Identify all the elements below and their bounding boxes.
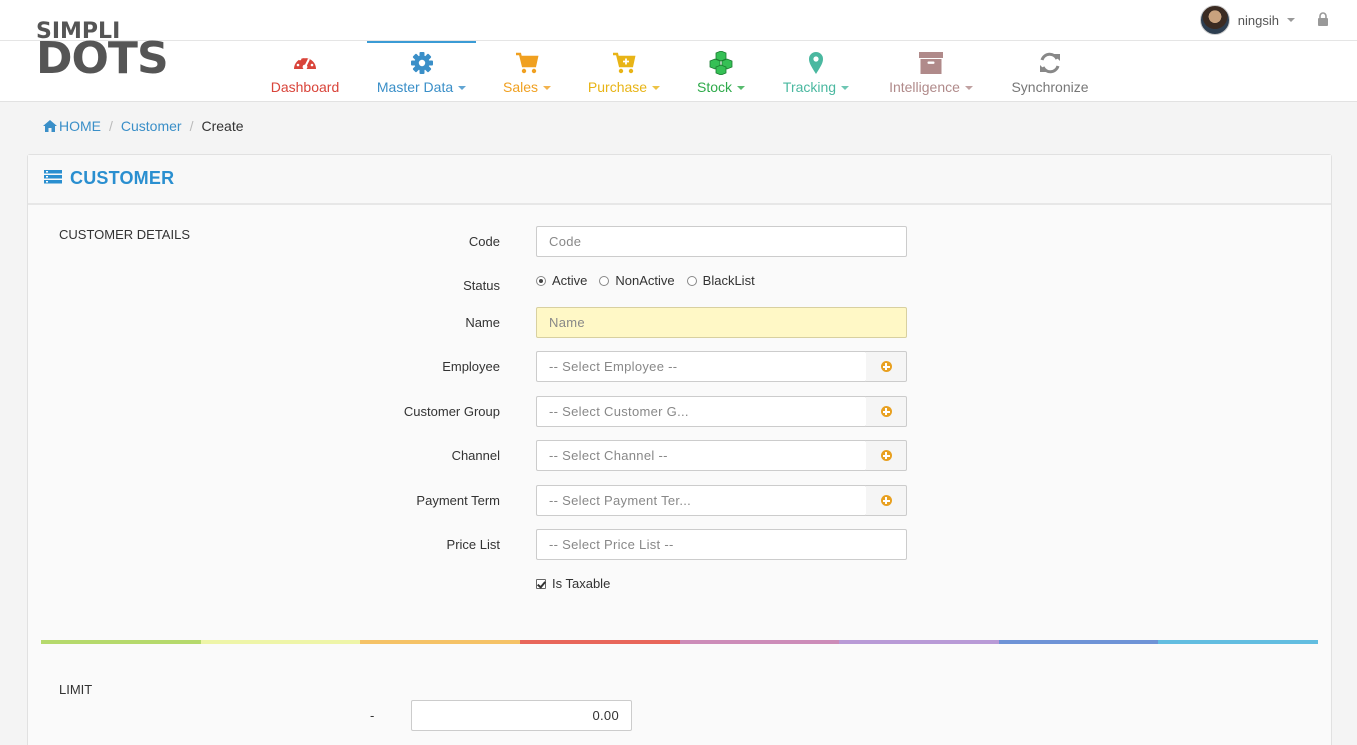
nav-label: Intelligence [882, 79, 980, 95]
archive-icon [919, 52, 943, 74]
plus-circle-icon [880, 406, 892, 417]
logo[interactable]: SIMPLI DOTS [36, 19, 186, 89]
status-radio-group: Active NonActive BlackList [536, 273, 767, 288]
add-channel-button[interactable] [866, 440, 907, 471]
lock-icon[interactable] [1317, 12, 1329, 26]
status-active-radio[interactable] [536, 275, 546, 286]
channel-label: Channel [451, 448, 500, 463]
status-blacklist-radio[interactable] [686, 275, 697, 286]
speedometer-icon [294, 55, 316, 70]
nav-tracking[interactable]: Tracking [776, 41, 856, 102]
channel-select[interactable]: -- Select Channel -- [536, 440, 867, 471]
status-option-label[interactable]: NonActive [615, 273, 674, 288]
is-taxable-checkbox[interactable] [536, 578, 546, 589]
add-employee-button[interactable] [866, 351, 907, 382]
nav-label: Dashboard [270, 79, 340, 95]
section-divider [41, 640, 1318, 644]
username[interactable]: ningsih [1238, 13, 1279, 28]
code-input[interactable]: Code [536, 226, 907, 257]
page-title: CUSTOMER [70, 168, 175, 188]
plus-circle-icon [880, 450, 892, 461]
employee-label: Employee [442, 359, 500, 374]
payment-term-select[interactable]: -- Select Payment Ter... [536, 485, 867, 516]
customer-group-select[interactable]: -- Select Customer G... [536, 396, 867, 427]
nav-sales[interactable]: Sales [495, 41, 559, 102]
breadcrumb-separator: / [189, 118, 194, 134]
status-option-label[interactable]: BlackList [703, 273, 755, 288]
gear-icon [410, 52, 433, 74]
limit-label: - [370, 708, 375, 723]
nav-label: Stock [688, 79, 754, 95]
nav-label: Master Data [367, 79, 476, 95]
refresh-icon [1040, 52, 1060, 74]
is-taxable-row: Is Taxable [536, 576, 610, 591]
cubes-icon [709, 51, 733, 75]
status-nonactive-radio[interactable] [599, 275, 610, 286]
panel-header: CUSTOMER [28, 155, 1331, 205]
payment-term-label: Payment Term [416, 493, 500, 508]
home-icon [43, 120, 57, 132]
employee-select[interactable]: -- Select Employee -- [536, 351, 867, 382]
user-menu[interactable]: ningsih [1199, 5, 1295, 35]
name-label: Name [465, 315, 500, 330]
nav-intelligence[interactable]: Intelligence [882, 41, 980, 102]
status-option-label[interactable]: Active [552, 273, 587, 288]
chevron-down-icon[interactable] [1287, 18, 1295, 22]
nav-label: Sales [495, 79, 559, 95]
logo-text-bottom: DOTS [36, 33, 169, 84]
avatar[interactable] [1199, 5, 1230, 35]
main-nav: SIMPLI DOTS Dashboard Master Data Sales … [0, 19, 1357, 102]
price-list-label: Price List [446, 537, 500, 552]
section-title-customer-details: CUSTOMER DETAILS [59, 227, 190, 242]
cart-icon [516, 52, 539, 74]
breadcrumb-current: Create [201, 118, 244, 134]
add-payment-term-button[interactable] [866, 485, 907, 516]
status-label: Status [463, 278, 500, 293]
breadcrumb-customer[interactable]: Customer [121, 118, 182, 134]
top-bar: ningsih [0, 0, 1357, 41]
breadcrumb: HOME / Customer / Create [43, 118, 244, 134]
limit-input[interactable]: 0.00 [411, 700, 632, 731]
nav-label: Tracking [776, 79, 856, 95]
is-taxable-label[interactable]: Is Taxable [552, 576, 610, 591]
breadcrumb-home[interactable]: HOME [43, 118, 101, 134]
price-list-select[interactable]: -- Select Price List -- [536, 529, 907, 560]
nav-label: Purchase [580, 79, 668, 95]
nav-stock[interactable]: Stock [688, 41, 754, 102]
map-marker-icon [809, 52, 823, 74]
customer-group-label: Customer Group [403, 404, 500, 419]
nav-master-data[interactable]: Master Data [367, 41, 476, 102]
code-label: Code [468, 234, 500, 249]
breadcrumb-separator: / [109, 118, 113, 134]
section-title-limit: LIMIT [59, 682, 93, 697]
plus-circle-icon [880, 495, 892, 506]
nav-dashboard[interactable]: Dashboard [262, 41, 348, 102]
nav-synchronize[interactable]: Synchronize [1004, 41, 1096, 102]
name-input[interactable]: Name [536, 307, 907, 338]
list-icon [44, 170, 62, 184]
add-customer-group-button[interactable] [866, 396, 907, 427]
cart-plus-icon [613, 52, 636, 74]
nav-label: Synchronize [1011, 79, 1089, 95]
nav-purchase[interactable]: Purchase [580, 41, 668, 102]
breadcrumb-home-label[interactable]: HOME [59, 118, 101, 134]
plus-circle-icon [880, 361, 892, 372]
